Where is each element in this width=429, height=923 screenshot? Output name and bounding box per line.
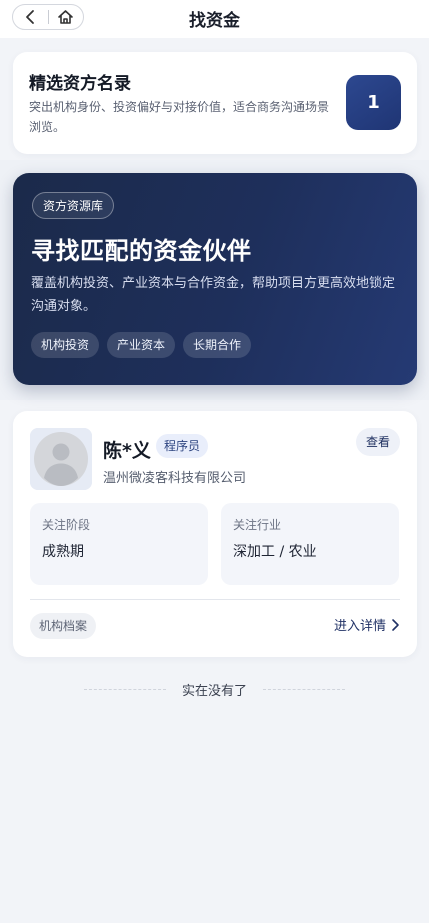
focus-industry-value: 深加工 / 农业 [233, 544, 317, 560]
focus-industry-box: 关注行业 深加工 / 农业 [221, 503, 399, 585]
banner-description: 覆盖机构投资、产业资本与合作资金，帮助项目方更高效地锁定沟通对象。 [31, 276, 396, 314]
banner-badge: 资方资源库 [32, 192, 115, 219]
end-of-list: 实在没有了 [0, 680, 429, 700]
investor-card[interactable]: 陈*义 程序员 温州微凌客科技有限公司 查看 关注阶段 成熟期 关注行业 深加工… [13, 411, 417, 657]
focus-industry-label: 关注行业 [233, 518, 282, 532]
banner-tag: 机构投资 [31, 332, 100, 358]
enter-detail-link[interactable]: 进入详情 [334, 615, 400, 634]
focus-stage-label: 关注阶段 [42, 518, 91, 532]
investor-company: 温州微凌客科技有限公司 [103, 471, 247, 486]
end-of-list-text: 实在没有了 [181, 684, 247, 699]
banner-title: 寻找匹配的资金伙伴 [31, 237, 252, 265]
focus-stage-box: 关注阶段 成熟期 [30, 503, 208, 585]
banner-tag: 长期合作 [183, 332, 252, 358]
card-divider [30, 599, 400, 600]
focus-stage-value: 成熟期 [42, 544, 84, 560]
page-title: 找资金 [189, 11, 240, 31]
investor-count-badge: 1 [346, 75, 401, 130]
archive-tag: 机构档案 [30, 613, 97, 639]
view-button[interactable]: 查看 [356, 428, 400, 456]
avatar [30, 428, 92, 490]
investor-name: 陈*义 [103, 440, 151, 462]
end-divider-right [263, 689, 345, 690]
enter-detail-label: 进入详情 [333, 619, 386, 634]
banner-tag-list: 机构投资 产业资本 长期合作 [31, 332, 252, 358]
banner-tag: 产业资本 [107, 332, 176, 358]
user-placeholder-icon [30, 428, 92, 490]
intro-title: 精选资方名录 [29, 74, 131, 94]
hero-banner: 资方资源库 寻找匹配的资金伙伴 覆盖机构投资、产业资本与合作资金，帮助项目方更高… [13, 173, 417, 385]
chevron-right-icon [392, 618, 399, 631]
intro-description: 突出机构身份、投资偏好与对接价值，适合商务沟通场景浏览。 [29, 100, 330, 134]
investor-role-badge: 程序员 [156, 434, 209, 458]
directory-intro-card: 精选资方名录 突出机构身份、投资偏好与对接价值，适合商务沟通场景浏览。 1 [13, 52, 417, 154]
navigation-bar: 找资金 [0, 0, 429, 38]
